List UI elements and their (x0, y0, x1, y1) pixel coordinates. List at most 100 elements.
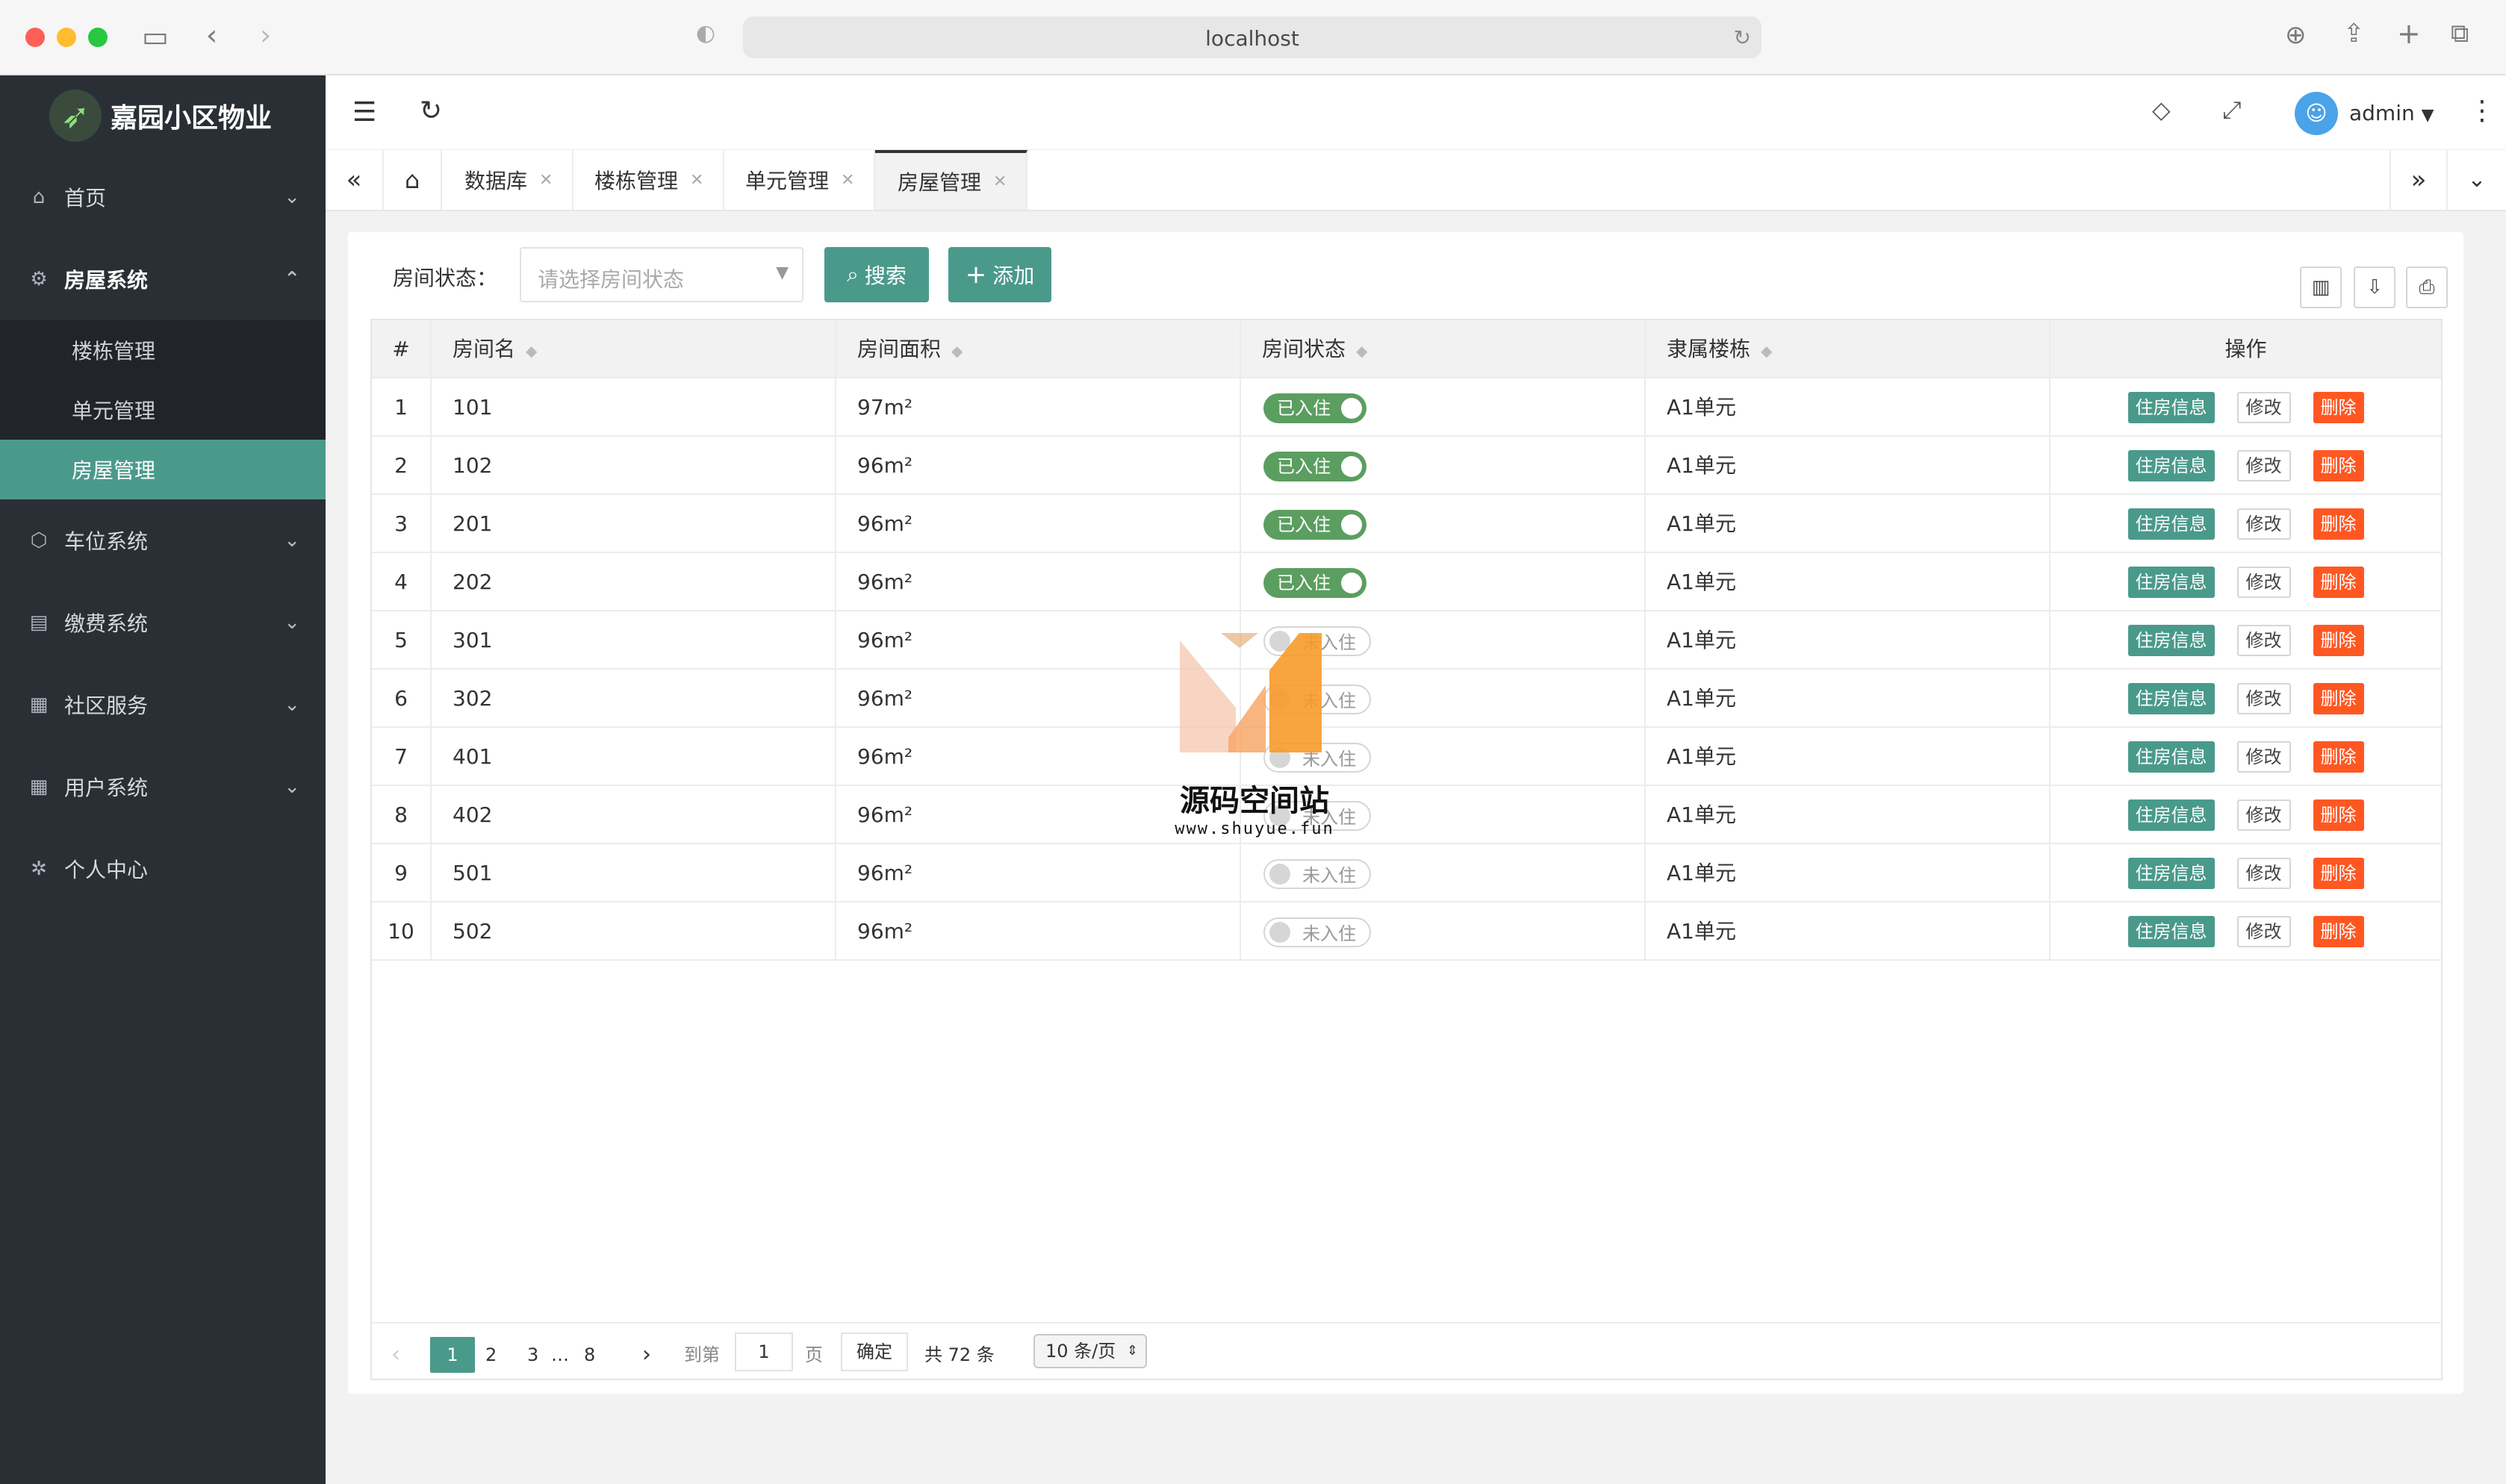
edit-button[interactable]: 修改 (2236, 625, 2291, 656)
goto-confirm-button[interactable]: 确定 (841, 1332, 908, 1371)
tab-building[interactable]: 楼栋管理 ✕ (572, 150, 725, 210)
close-icon[interactable]: ✕ (841, 171, 854, 190)
edit-button[interactable]: 修改 (2236, 799, 2291, 831)
delete-button[interactable]: 删除 (2313, 567, 2364, 598)
forward-icon[interactable]: › (260, 21, 271, 49)
sort-icon[interactable]: ◆ (526, 342, 537, 360)
status-toggle[interactable]: 已入住 (1263, 510, 1367, 540)
status-toggle[interactable]: 未入住 (1263, 859, 1371, 889)
page-2[interactable]: 2 (485, 1337, 497, 1373)
sidebar-item-parking[interactable]: ⬡ 车位系统 ⌄ (0, 499, 326, 582)
house-info-button[interactable]: 住房信息 (2127, 625, 2215, 656)
edit-button[interactable]: 修改 (2236, 508, 2291, 540)
house-info-button[interactable]: 住房信息 (2127, 916, 2215, 947)
sidebar-item-housing[interactable]: ⚙ 房屋系统 ⌃ (0, 238, 326, 320)
status-toggle[interactable]: 未入住 (1263, 917, 1371, 947)
delete-button[interactable]: 删除 (2313, 392, 2364, 423)
delete-button[interactable]: 删除 (2313, 858, 2364, 889)
zoom-window-button[interactable] (88, 28, 108, 47)
col-header-building[interactable]: 隶属楼栋 ◆ (1646, 320, 2050, 378)
export-icon[interactable]: ⇩ (2354, 266, 2395, 308)
status-toggle[interactable]: 已入住 (1263, 568, 1367, 598)
add-button[interactable]: + 添加 (948, 247, 1051, 302)
house-info-button[interactable]: 住房信息 (2127, 683, 2215, 714)
avatar[interactable]: ☺ (2295, 92, 2338, 135)
next-page-icon[interactable]: › (642, 1337, 651, 1373)
edit-button[interactable]: 修改 (2236, 683, 2291, 714)
close-icon[interactable]: ✕ (539, 171, 553, 190)
sidebar-item-payment[interactable]: ▤ 缴费系统 ⌄ (0, 582, 326, 664)
edit-button[interactable]: 修改 (2236, 916, 2291, 947)
house-info-button[interactable]: 住房信息 (2127, 450, 2215, 481)
status-toggle[interactable]: 已入住 (1263, 452, 1367, 481)
edit-button[interactable]: 修改 (2236, 741, 2291, 773)
new-tab-icon[interactable]: + (2397, 19, 2421, 48)
delete-button[interactable]: 删除 (2313, 916, 2364, 947)
house-info-button[interactable]: 住房信息 (2127, 508, 2215, 540)
delete-button[interactable]: 删除 (2313, 741, 2364, 773)
delete-button[interactable]: 删除 (2313, 508, 2364, 540)
prev-page-icon[interactable]: ‹ (391, 1337, 400, 1373)
sort-icon[interactable]: ◆ (1761, 342, 1772, 360)
sort-icon[interactable]: ◆ (1356, 342, 1367, 360)
page-size-select[interactable]: 10 条/页 ⇕ (1033, 1334, 1147, 1368)
more-vertical-icon[interactable]: ⋮ (2469, 98, 2496, 125)
page-1[interactable]: 1 (430, 1337, 475, 1373)
status-select[interactable]: 请选择房间状态 ▼ (520, 247, 803, 302)
search-button[interactable]: ⌕ 搜索 (824, 247, 929, 302)
col-header-status[interactable]: 房间状态 ◆ (1241, 320, 1646, 378)
house-info-button[interactable]: 住房信息 (2127, 741, 2215, 773)
collapse-menu-icon[interactable]: ☰ (352, 99, 376, 126)
sidebar-item-home[interactable]: ⌂ 首页 ⌄ (0, 156, 326, 238)
edit-button[interactable]: 修改 (2236, 450, 2291, 481)
minimize-window-button[interactable] (57, 28, 76, 47)
close-icon[interactable]: ✕ (993, 172, 1007, 191)
tab-unit[interactable]: 单元管理 ✕ (723, 150, 876, 210)
sidebar-item-users[interactable]: ▦ 用户系统 ⌄ (0, 746, 326, 828)
delete-button[interactable]: 删除 (2313, 799, 2364, 831)
col-header-name[interactable]: 房间名 ◆ (432, 320, 836, 378)
address-bar[interactable]: localhost ↻ (743, 16, 1762, 58)
house-info-button[interactable]: 住房信息 (2127, 858, 2215, 889)
sidebar-item-building[interactable]: 楼栋管理 (0, 320, 326, 380)
page-8[interactable]: 8 (584, 1337, 595, 1373)
sidebar-toggle-icon[interactable]: ▭ (142, 22, 169, 51)
fullscreen-icon[interactable]: ⤢ (2222, 98, 2242, 122)
home-tab-icon[interactable]: ⌂ (384, 150, 442, 210)
close-icon[interactable]: ✕ (690, 171, 703, 190)
columns-icon[interactable]: ▥ (2300, 266, 2342, 308)
sidebar-item-profile[interactable]: ✲ 个人中心 (0, 828, 326, 910)
user-menu[interactable]: admin ▼ (2349, 101, 2434, 125)
sidebar-item-unit[interactable]: 单元管理 (0, 380, 326, 440)
download-icon[interactable]: ⊕ (2285, 22, 2307, 48)
tabs-dropdown-icon[interactable]: ⌄ (2448, 150, 2506, 210)
goto-page-input[interactable]: 1 (735, 1332, 793, 1371)
edit-button[interactable]: 修改 (2236, 567, 2291, 598)
house-info-button[interactable]: 住房信息 (2127, 799, 2215, 831)
refresh-icon[interactable]: ↻ (420, 98, 442, 125)
sidebar-item-house[interactable]: 房屋管理 (0, 440, 326, 499)
tab-house[interactable]: 房屋管理 ✕ (875, 150, 1028, 210)
edit-button[interactable]: 修改 (2236, 858, 2291, 889)
delete-button[interactable]: 删除 (2313, 683, 2364, 714)
tabs-scroll-right-icon[interactable]: » (2390, 150, 2448, 210)
close-window-button[interactable] (25, 28, 45, 47)
share-icon[interactable]: ⇪ (2343, 21, 2365, 46)
sidebar-item-community[interactable]: ▦ 社区服务 ⌄ (0, 664, 326, 746)
house-info-button[interactable]: 住房信息 (2127, 567, 2215, 598)
tag-icon[interactable]: ◇ (2152, 98, 2171, 122)
delete-button[interactable]: 删除 (2313, 625, 2364, 656)
app-logo[interactable]: ➶ 嘉园小区物业 (0, 75, 326, 156)
page-3[interactable]: 3 (527, 1337, 538, 1373)
col-header-area[interactable]: 房间面积 ◆ (836, 320, 1241, 378)
back-icon[interactable]: ‹ (206, 21, 217, 49)
print-icon[interactable]: ⎙ (2406, 266, 2448, 308)
delete-button[interactable]: 删除 (2313, 450, 2364, 481)
reload-icon[interactable]: ↻ (1734, 25, 1751, 50)
status-toggle[interactable]: 已入住 (1263, 393, 1367, 423)
sort-icon[interactable]: ◆ (951, 342, 963, 360)
tabs-scroll-left-icon[interactable]: « (326, 150, 384, 210)
tab-overview-icon[interactable]: ⧉ (2451, 21, 2469, 46)
house-info-button[interactable]: 住房信息 (2127, 392, 2215, 423)
edit-button[interactable]: 修改 (2236, 392, 2291, 423)
